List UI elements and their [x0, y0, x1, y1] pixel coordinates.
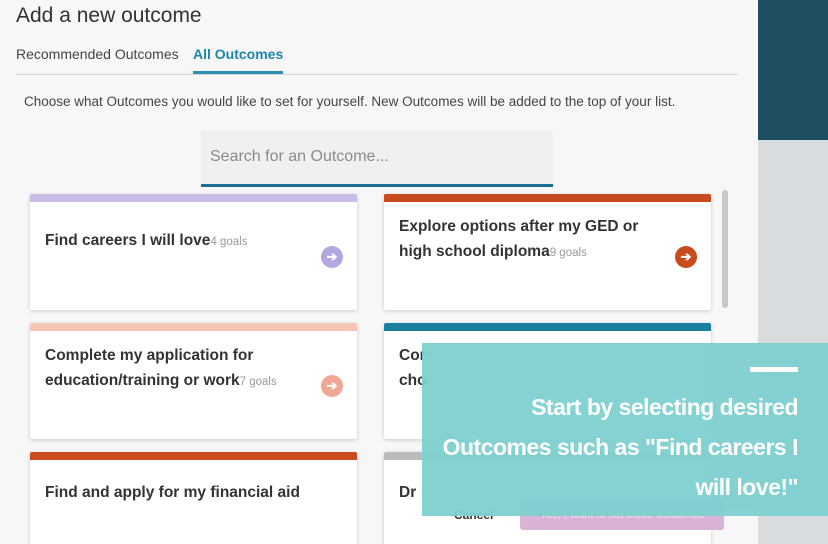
card-color-bar	[30, 194, 357, 202]
callout-text: Start by selecting desired Outcomes such…	[442, 394, 799, 500]
card-title: Find and apply for my financial aid	[45, 484, 300, 501]
card-title: Explore options after my GED or high sch…	[399, 218, 639, 260]
instructions-text: Choose what Outcomes you would like to s…	[24, 94, 676, 109]
goals-count: 9 goals	[549, 247, 587, 259]
arrow-right-icon[interactable]: ➔	[675, 246, 697, 268]
search-input[interactable]	[201, 130, 553, 184]
card-title: Complete my application for education/tr…	[45, 347, 277, 389]
card-color-bar	[30, 323, 357, 331]
goals-count: 7 goals	[239, 376, 277, 388]
tab-all-outcomes[interactable]: All Outcomes	[193, 46, 284, 74]
outcome-card-explore-options[interactable]: Explore options after my GED or high sch…	[384, 194, 711, 310]
arrow-right-icon[interactable]: ➔	[321, 375, 343, 397]
callout-accent-line	[750, 367, 798, 372]
outcome-card-financial-aid[interactable]: Find and apply for my financial aid	[30, 452, 357, 544]
goals-count: 4 goals	[210, 236, 248, 248]
scrollbar[interactable]	[722, 190, 728, 308]
card-color-bar	[30, 452, 357, 460]
arrow-right-icon[interactable]: ➔	[321, 246, 343, 268]
tab-recommended-outcomes[interactable]: Recommended Outcomes	[16, 46, 179, 62]
outcome-card-complete-application[interactable]: Complete my application for education/tr…	[30, 323, 357, 439]
outcome-card-find-careers[interactable]: Find careers I will love4 goals ➔	[30, 194, 357, 310]
search-box	[201, 130, 553, 187]
tabs-divider	[16, 74, 738, 75]
tutorial-callout: Start by selecting desired Outcomes such…	[422, 343, 828, 516]
card-title: Find careers I will love4 goals	[45, 232, 248, 249]
card-color-bar	[384, 323, 711, 331]
modal-title: Add a new outcome	[16, 4, 202, 27]
card-color-bar	[384, 194, 711, 202]
backdrop-dark-panel	[758, 0, 828, 140]
